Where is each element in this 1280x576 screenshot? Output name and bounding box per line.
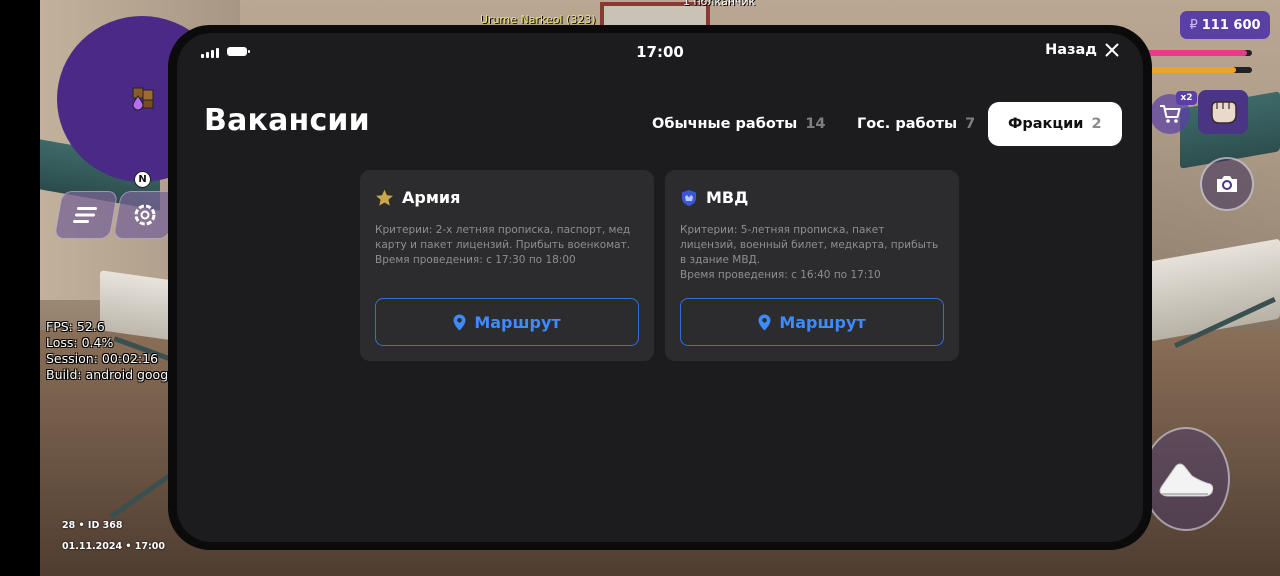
tab-count: 2 — [1091, 116, 1102, 132]
tab-count: 7 — [965, 116, 976, 132]
status-time: 17:00 — [636, 43, 684, 61]
date-info: 01.11.2024 • 17:00 — [62, 541, 166, 552]
sprint-button[interactable] — [1142, 427, 1230, 531]
camera-rotate-icon — [1217, 176, 1237, 192]
session-readout: Session: 00:02:16 — [46, 351, 159, 366]
route-label: Маршрут — [474, 312, 561, 332]
wheel-icon — [134, 204, 156, 226]
sneaker-icon — [1159, 463, 1214, 497]
tab-count: 14 — [805, 116, 826, 132]
category-tabs: Обычные работы 14 Гос. работы 7 Фракции … — [177, 102, 1143, 146]
menu-icon — [73, 207, 97, 223]
multiplier-badge: x2 — [1176, 91, 1197, 105]
money-badge: ₽ 111 600 — [1180, 11, 1270, 39]
route-button[interactable]: Маршрут — [680, 298, 944, 346]
location-pin-icon — [453, 314, 466, 330]
server-info: 28 • ID 368 — [62, 520, 123, 531]
star-icon — [376, 189, 393, 206]
fist-icon — [1211, 101, 1237, 124]
vacancy-card-army: Армия Критерии: 2-х летняя прописка, пас… — [360, 170, 654, 361]
location-pin-icon — [758, 314, 771, 330]
route-label: Маршрут — [779, 312, 866, 332]
card-criteria: Критерии: 5-летняя прописка, пакет лицен… — [680, 224, 939, 266]
card-time: Время проведения: с 16:40 по 17:10 — [680, 269, 881, 281]
player-nametag: 1 полканчик — [683, 0, 756, 8]
card-time: Время проведения: с 17:30 по 18:00 — [375, 254, 576, 266]
menu-button[interactable] — [53, 191, 119, 239]
minimap-north-icon: N — [134, 171, 151, 188]
card-description: Критерии: 2-х летняя прописка, паспорт, … — [375, 223, 639, 268]
cart-icon — [1160, 105, 1181, 123]
fps-readout: FPS: 52.6 — [46, 319, 105, 334]
camera-button[interactable] — [1200, 157, 1254, 211]
phone-frame: 17:00 Назад Вакансии Обычные работы 14 Г… — [168, 25, 1152, 550]
card-criteria: Критерии: 2-х летняя прописка, паспорт, … — [375, 224, 631, 251]
shield-icon — [682, 189, 696, 206]
tab-regular-jobs[interactable]: Обычные работы 14 — [652, 102, 826, 146]
back-button[interactable]: Назад — [1045, 42, 1119, 58]
card-description: Критерии: 5-летняя прописка, пакет лицен… — [680, 223, 944, 283]
route-button[interactable]: Маршрут — [375, 298, 639, 346]
back-label: Назад — [1045, 42, 1097, 58]
phone-screen: 17:00 Назад Вакансии Обычные работы 14 Г… — [177, 33, 1143, 542]
map-marker-icon — [132, 87, 154, 111]
hunger-bar — [1142, 67, 1252, 73]
weapon-slot[interactable] — [1198, 90, 1248, 134]
tab-factions[interactable]: Фракции 2 — [988, 102, 1122, 146]
vacancy-card-mvd: МВД Критерии: 5-летняя прописка, пакет л… — [665, 170, 959, 361]
loss-readout: Loss: 0.4% — [46, 335, 114, 350]
health-bar — [1142, 50, 1252, 56]
debug-overlay: FPS: 52.6 Loss: 0.4% Session: 00:02:16 B… — [46, 319, 168, 383]
card-title: МВД — [706, 188, 749, 207]
tab-gov-jobs[interactable]: Гос. работы 7 — [857, 102, 975, 146]
close-icon — [1105, 43, 1119, 57]
build-readout: Build: android goog — [46, 367, 169, 382]
phone-status-bar: 17:00 Назад — [177, 33, 1143, 73]
card-title: Армия — [402, 188, 461, 207]
